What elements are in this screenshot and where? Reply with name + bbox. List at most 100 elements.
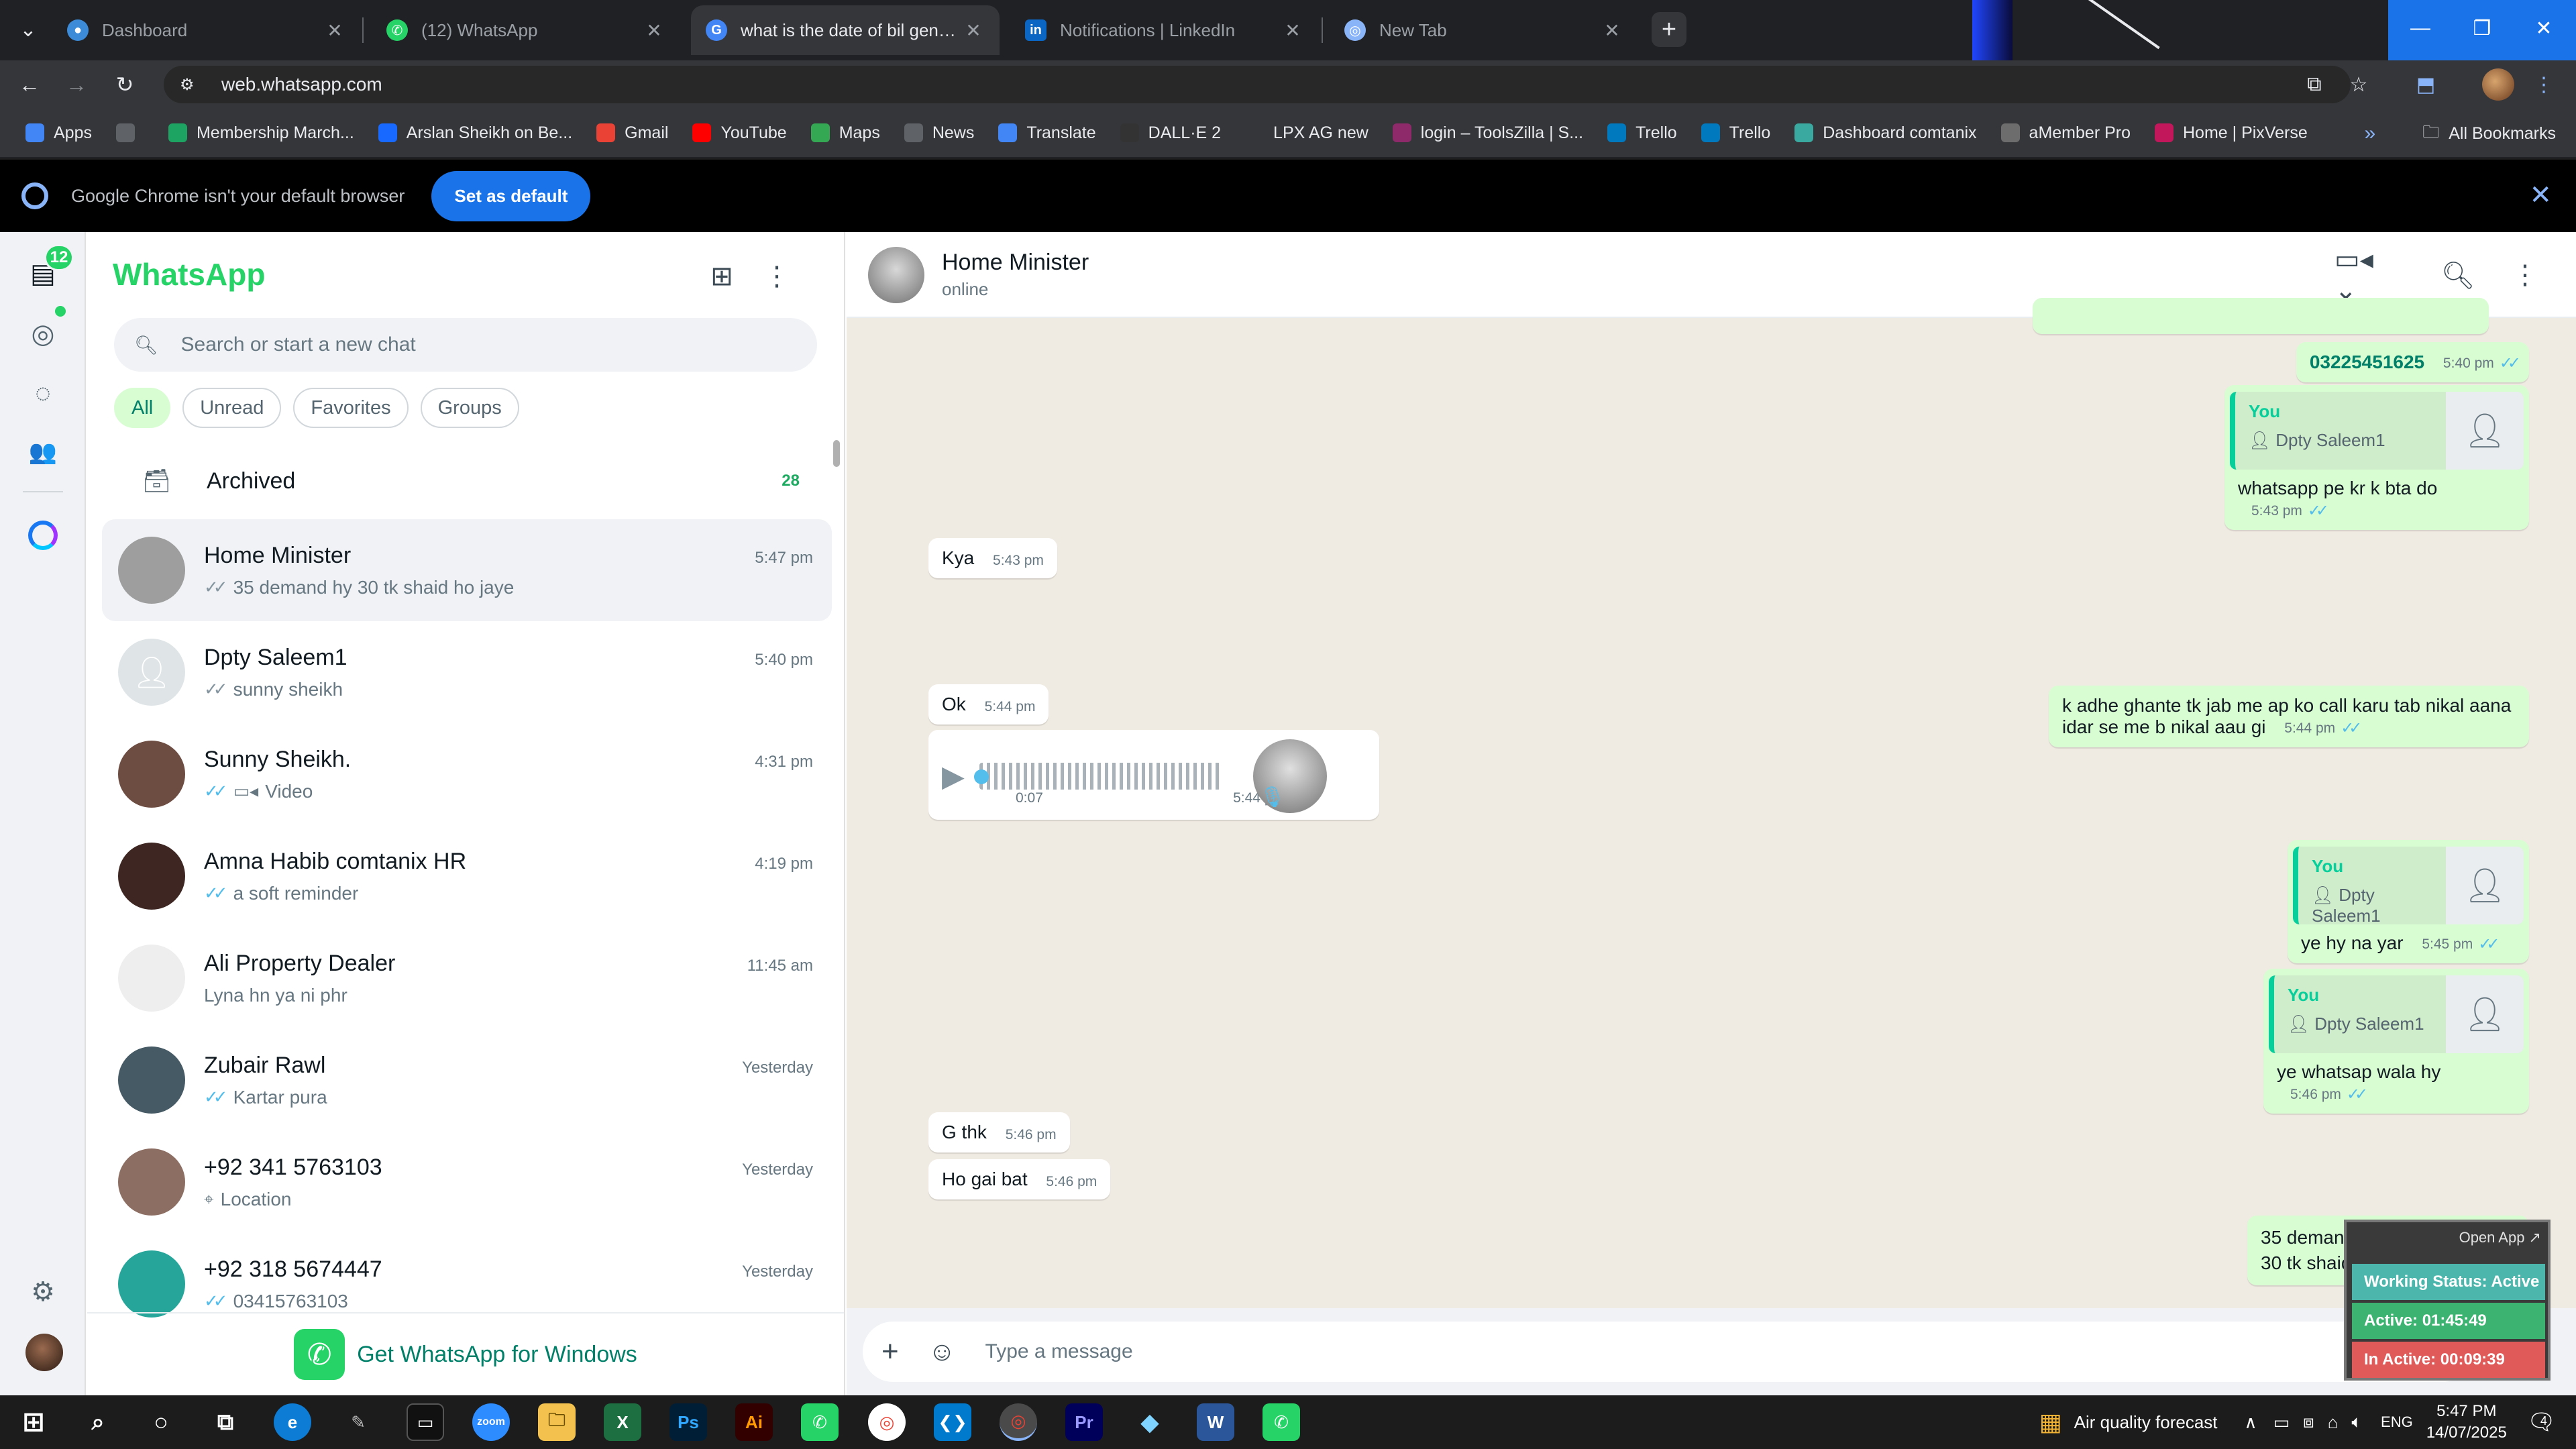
cortana-icon[interactable]: ○ (142, 1403, 180, 1441)
more-bookmarks-icon[interactable]: » (2365, 122, 2376, 145)
contact-avatar[interactable] (868, 247, 924, 303)
search-messages-icon[interactable]: 🔍︎ (2439, 256, 2477, 294)
channels-icon[interactable]: ◌ (24, 374, 62, 412)
profile-avatar[interactable] (2482, 68, 2514, 101)
network-icon[interactable]: ⌂ (2328, 1412, 2339, 1433)
app-diamond-icon[interactable]: ◆ (1131, 1403, 1169, 1441)
reload-icon[interactable]: ↻ (109, 68, 141, 101)
communities-icon[interactable]: 👥 (24, 433, 62, 471)
terminal-icon[interactable]: ▭ (407, 1403, 444, 1441)
tray-chevron-icon[interactable]: ∧ (2245, 1412, 2257, 1433)
install-app-icon[interactable]: ⧉ (2300, 70, 2329, 99)
bookmark-item[interactable]: Membership March... (168, 123, 354, 143)
back-arrow-icon[interactable]: ← (13, 68, 46, 101)
minimize-icon[interactable]: — (2388, 0, 2453, 56)
bookmark-item[interactable]: Trello (1701, 123, 1770, 143)
pen-icon[interactable]: ✎ (339, 1403, 377, 1441)
close-icon[interactable]: ✕ (962, 19, 985, 42)
search-input[interactable]: 🔍︎ Search or start a new chat (114, 318, 817, 372)
profile-avatar[interactable] (25, 1334, 63, 1371)
bookmark-item[interactable]: aMember Pro (2000, 123, 2131, 143)
set-default-button[interactable]: Set as default (431, 170, 591, 221)
close-icon[interactable]: ✕ (1601, 19, 1623, 42)
vscode-icon[interactable]: ❮❯ (934, 1403, 971, 1441)
file-explorer-icon[interactable]: 🗀 (538, 1403, 576, 1441)
excel-icon[interactable]: X (604, 1403, 641, 1441)
whatsapp-desktop-icon[interactable]: ✆ (1263, 1403, 1300, 1441)
close-icon[interactable]: ✕ (1281, 19, 1304, 42)
quoted-contact[interactable]: You 👤︎ Dpty Saleem1 👤︎ (2269, 975, 2524, 1053)
message-input[interactable]: + ☺ Type a message (863, 1322, 2473, 1382)
get-whatsapp-windows-banner[interactable]: ✆ Get WhatsApp for Windows (87, 1312, 844, 1395)
tab-linkedin[interactable]: in Notifications | LinkedIn ✕ (1010, 5, 1319, 55)
new-tab-button[interactable]: + (1652, 12, 1686, 47)
edge-icon[interactable]: e (274, 1403, 311, 1441)
bookmark-item[interactable]: Home | PixVerse (2155, 123, 2308, 143)
close-icon[interactable]: ✕ (643, 19, 665, 42)
bookmark-item[interactable]: Gmail (596, 123, 668, 143)
video-call-icon[interactable]: ▭◂ ⌄ (2334, 245, 2402, 305)
volume-icon[interactable]: 🔈︎ (2351, 1411, 2362, 1433)
bookmark-item[interactable]: YouTube (692, 123, 787, 143)
bookmark-item[interactable]: DALL·E 2 (1120, 123, 1221, 143)
meta-ai-icon[interactable] (28, 521, 58, 550)
bookmark-star-icon[interactable]: ☆ (2344, 70, 2373, 99)
clock[interactable]: 5:47 PM 14/07/2025 (2426, 1401, 2507, 1444)
photoshop-icon[interactable]: Ps (669, 1403, 707, 1441)
tab-whatsapp[interactable]: ✆ (12) WhatsApp ✕ (372, 5, 680, 55)
chat-list-item[interactable]: Zubair Rawl Yesterday ✓✓ Kartar pura (102, 1029, 832, 1131)
chat-list-item[interactable]: +92 341 5763103 Yesterday ⌖ Location (102, 1131, 832, 1233)
window-close-icon[interactable]: ✕ (2512, 0, 2576, 56)
open-app-link[interactable]: Open App ↗ (2459, 1229, 2541, 1246)
chrome-taskbar-icon[interactable]: ◎ (868, 1403, 906, 1441)
chat-list-item[interactable]: Sunny Sheikh. 4:31 pm ✓✓ ▭◂ Video (102, 723, 832, 825)
windows-start-icon[interactable]: ⊞ (15, 1403, 52, 1441)
close-icon[interactable]: ✕ (323, 19, 346, 42)
notification-icon[interactable]: 🗨︎ 4 (2527, 1409, 2556, 1436)
voice-waveform[interactable] (973, 763, 1221, 790)
status-icon[interactable]: ◎ (24, 315, 62, 353)
bookmark-item[interactable]: Dashboard comtanix (1794, 123, 1977, 143)
premiere-icon[interactable]: Pr (1065, 1403, 1103, 1441)
bookmark-item[interactable]: Translate (998, 123, 1096, 143)
filter-groups[interactable]: Groups (420, 388, 519, 428)
meet-icon[interactable]: ▭ (2273, 1412, 2290, 1433)
task-view-icon[interactable]: ⧉ (207, 1403, 244, 1441)
conversation-menu-icon[interactable]: ⋮ (2506, 256, 2544, 294)
extensions-icon[interactable]: ⬒ (2411, 70, 2440, 99)
forward-arrow-icon[interactable]: → (60, 68, 93, 101)
weather-text[interactable]: Air quality forecast (2074, 1412, 2218, 1433)
quoted-contact[interactable]: You 👤︎ Dpty Saleem1 👤︎ (2293, 847, 2524, 926)
tab-dashboard[interactable]: ● Dashboard ✕ (52, 5, 361, 55)
language-indicator[interactable]: ENG (2381, 1413, 2413, 1431)
search-icon[interactable]: ⌕ (79, 1403, 117, 1441)
chat-list-item[interactable]: Home Minister 5:47 pm ✓✓ 35 demand hy 30 tk… (102, 519, 832, 621)
bookmark-item[interactable] (115, 123, 144, 142)
restore-icon[interactable]: ❐ (2450, 0, 2514, 56)
illustrator-icon[interactable]: Ai (735, 1403, 773, 1441)
banner-close-icon[interactable]: ✕ (2529, 180, 2552, 211)
bookmark-item[interactable]: Maps (810, 123, 880, 143)
chat-list-item[interactable]: 👤︎ Dpty Saleem1 5:40 pm ✓✓ sunny sheikh (102, 621, 832, 723)
chrome-active-icon[interactable]: ◎ (1000, 1403, 1037, 1441)
whatsapp-taskbar-icon[interactable]: ✆ (801, 1403, 839, 1441)
zoom-icon[interactable]: zoom (472, 1403, 510, 1441)
filter-all[interactable]: All (114, 388, 171, 428)
tab-google-search[interactable]: G what is the date of bil generati... ✕ (691, 5, 1000, 55)
tab-new-tab[interactable]: ◎ New Tab ✕ (1330, 5, 1638, 55)
filter-unread[interactable]: Unread (182, 388, 282, 428)
filter-favorites[interactable]: Favorites (293, 388, 409, 428)
settings-gear-icon[interactable]: ⚙ (24, 1273, 62, 1311)
site-info-icon[interactable]: ⚙ (180, 75, 207, 95)
archived-row[interactable]: 🗃︎ Archived 28 (114, 452, 817, 510)
chrome-menu-icon[interactable]: ⋮ (2529, 70, 2559, 99)
bookmark-item[interactable]: Arslan Sheikh on Be... (378, 123, 572, 143)
sticker-icon[interactable]: ☺ (928, 1337, 956, 1367)
bookmark-item[interactable]: Apps (25, 123, 92, 143)
bookmark-item[interactable]: LPX AG new (1245, 123, 1368, 143)
word-icon[interactable]: W (1197, 1403, 1234, 1441)
all-bookmarks[interactable]: All Bookmarks (2449, 124, 2556, 144)
scrollbar[interactable] (833, 440, 840, 467)
chat-list-item[interactable]: Ali Property Dealer 11:45 am Lyna hn ya ni… (102, 927, 832, 1029)
message-text[interactable]: 03225451625 (2310, 352, 2424, 372)
